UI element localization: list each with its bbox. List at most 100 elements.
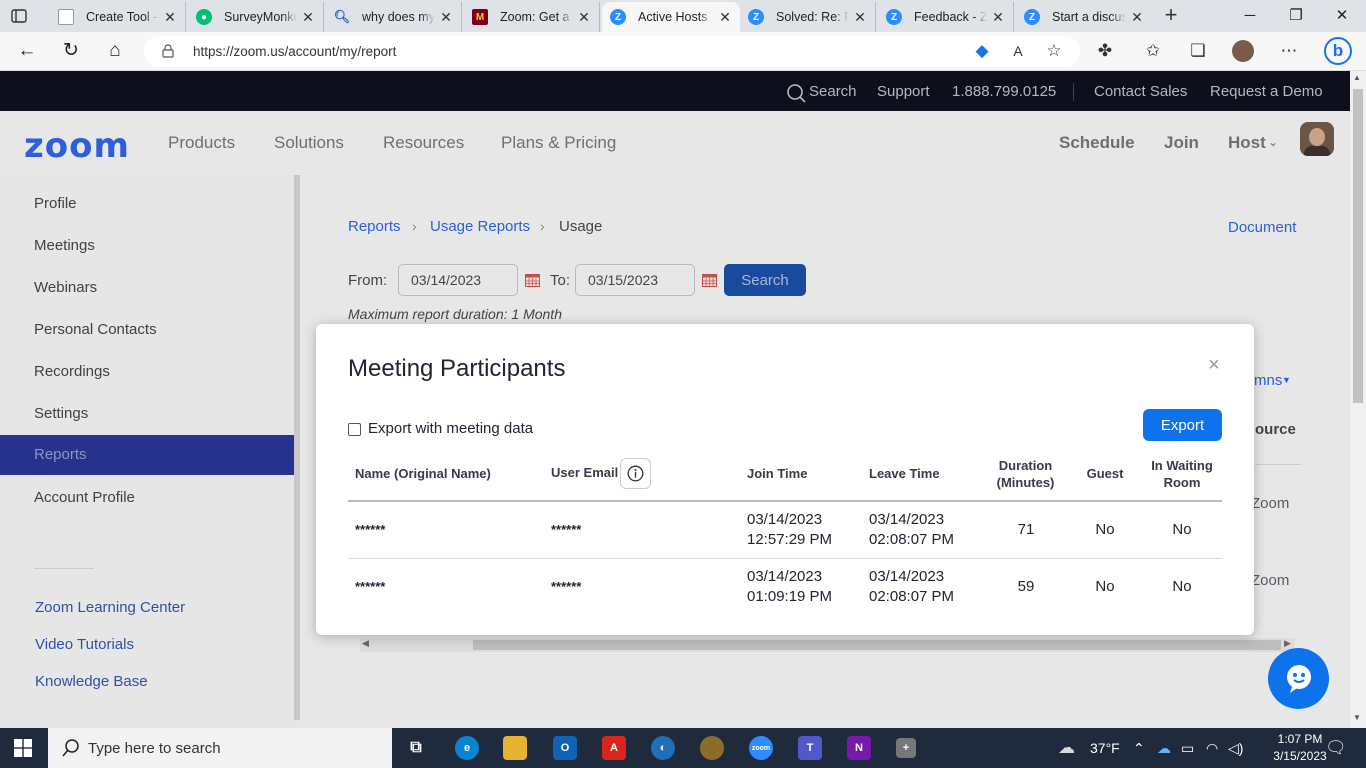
collections-icon[interactable]: ❏: [1187, 40, 1209, 62]
video-tutorials-link[interactable]: Video Tutorials: [35, 636, 134, 653]
sidebar-item-recordings[interactable]: Recordings: [34, 363, 110, 380]
read-aloud-icon[interactable]: A: [1007, 40, 1029, 62]
user-avatar[interactable]: [1300, 122, 1334, 156]
sidebar-item-meetings[interactable]: Meetings: [34, 237, 95, 254]
browser-tab[interactable]: ● SurveyMonkey ✕: [188, 2, 324, 32]
restore-icon[interactable]: ❐: [1284, 4, 1308, 28]
nav-resources[interactable]: Resources: [383, 133, 464, 153]
scroll-left-icon[interactable]: ◀: [362, 638, 369, 649]
close-tab-icon[interactable]: ✕: [577, 9, 591, 26]
close-tab-icon[interactable]: ✕: [853, 9, 867, 26]
calendar-icon[interactable]: [525, 273, 540, 287]
outlook-icon[interactable]: O: [553, 736, 577, 760]
notifications-icon[interactable]: 🗨︎: [1325, 738, 1347, 758]
sidebar-item-webinars[interactable]: Webinars: [34, 279, 97, 296]
browser-tab-active[interactable]: Z Active Hosts ✕: [602, 2, 740, 32]
close-icon[interactable]: ×: [1206, 354, 1222, 377]
more-options-icon[interactable]: ⋯: [1278, 40, 1300, 62]
battery-icon[interactable]: ▭: [1181, 740, 1194, 757]
breadcrumb-usage-reports[interactable]: Usage Reports: [430, 218, 530, 235]
new-tab-icon[interactable]: +: [1160, 4, 1182, 27]
document-link[interactable]: Document: [1228, 219, 1296, 236]
search-link[interactable]: Search: [809, 83, 857, 100]
system-clock[interactable]: 1:07 PM 3/15/2023: [1272, 731, 1328, 765]
to-date-input[interactable]: [575, 264, 695, 296]
home-icon[interactable]: ⌂: [104, 40, 126, 62]
profile-avatar-icon[interactable]: [1232, 40, 1254, 62]
export-with-meeting-data-checkbox[interactable]: [348, 423, 361, 436]
acrobat-icon[interactable]: A: [602, 736, 626, 760]
windows-start-icon[interactable]: [14, 739, 32, 757]
browser-tab[interactable]: Create Tool - ✕: [50, 2, 186, 32]
chevron-up-icon[interactable]: ⌃: [1133, 740, 1145, 757]
task-view-icon[interactable]: ⧉: [404, 736, 428, 760]
teams-icon[interactable]: T: [798, 736, 822, 760]
favorites-icon[interactable]: ✩: [1142, 40, 1164, 62]
page-scrollbar[interactable]: ▲ ▼: [1350, 71, 1366, 728]
sidebar-item-profile[interactable]: Profile: [34, 195, 77, 212]
sidebar-item-account-profile[interactable]: Account Profile: [34, 489, 135, 506]
search-button[interactable]: Search: [724, 264, 806, 296]
request-demo-link[interactable]: Request a Demo: [1210, 83, 1323, 100]
taskbar-search-box[interactable]: Type here to search: [48, 728, 392, 768]
close-tab-icon[interactable]: ✕: [1130, 9, 1144, 26]
nav-plans-pricing[interactable]: Plans & Pricing: [501, 133, 616, 153]
back-icon[interactable]: ←: [16, 40, 38, 62]
close-tab-icon[interactable]: ✕: [718, 9, 732, 26]
nav-host[interactable]: Host: [1228, 133, 1266, 153]
minimize-icon[interactable]: ─: [1238, 4, 1262, 28]
wifi-icon[interactable]: ◠: [1206, 740, 1218, 757]
add-favorite-icon[interactable]: ☆: [1043, 40, 1065, 62]
from-date-input[interactable]: [398, 264, 518, 296]
sidebar-item-personal-contacts[interactable]: Personal Contacts: [34, 321, 157, 338]
browser-tab[interactable]: Z Feedback - Zo ✕: [878, 2, 1014, 32]
shopping-tag-icon[interactable]: ◆: [971, 40, 993, 62]
scrollbar-thumb[interactable]: [473, 640, 1281, 650]
close-tab-icon[interactable]: ✕: [991, 9, 1005, 26]
breadcrumb-reports[interactable]: Reports: [348, 218, 401, 235]
close-tab-icon[interactable]: ✕: [301, 9, 315, 26]
learning-center-link[interactable]: Zoom Learning Center: [35, 599, 185, 616]
app-icon[interactable]: ◐: [651, 736, 675, 760]
chat-support-button[interactable]: [1268, 648, 1329, 709]
info-icon[interactable]: [620, 458, 651, 489]
app-icon[interactable]: +: [896, 738, 916, 758]
scroll-right-icon[interactable]: ▶: [1284, 638, 1291, 649]
seal-app-icon[interactable]: [700, 736, 724, 760]
nav-products[interactable]: Products: [168, 133, 235, 153]
weather-icon[interactable]: ☁: [1058, 738, 1075, 758]
close-tab-icon[interactable]: ✕: [163, 9, 177, 26]
browser-tab[interactable]: M Zoom: Get a ✕: [464, 2, 600, 32]
nav-schedule[interactable]: Schedule: [1059, 133, 1135, 153]
onedrive-icon[interactable]: ☁: [1157, 740, 1171, 757]
scroll-up-icon[interactable]: ▲: [1353, 73, 1361, 82]
zoom-logo[interactable]: zoom: [24, 126, 130, 166]
calendar-icon[interactable]: [702, 273, 717, 287]
browser-tab[interactable]: Z Solved: Re: Pa ✕: [740, 2, 876, 32]
browser-tab[interactable]: Z Start a discuss ✕: [1016, 2, 1152, 32]
weather-temperature[interactable]: 37°F: [1090, 740, 1120, 756]
export-with-meeting-data-label[interactable]: Export with meeting data: [368, 420, 533, 437]
url-field[interactable]: https://zoom.us/account/my/report: [144, 36, 1080, 67]
onenote-icon[interactable]: N: [847, 736, 871, 760]
browser-tab[interactable]: 🔍︎ why does my ✕: [326, 2, 462, 32]
phone-number[interactable]: 1.888.799.0125: [952, 83, 1056, 100]
sidebar-item-settings[interactable]: Settings: [34, 405, 88, 422]
edge-icon[interactable]: e: [455, 736, 479, 760]
volume-icon[interactable]: ◁): [1228, 740, 1243, 757]
contact-sales-link[interactable]: Contact Sales: [1094, 83, 1187, 100]
knowledge-base-link[interactable]: Knowledge Base: [35, 673, 148, 690]
columns-toggle[interactable]: mns: [1254, 372, 1282, 389]
tab-actions-icon[interactable]: [10, 7, 28, 25]
search-icon[interactable]: [786, 83, 806, 103]
scroll-down-icon[interactable]: ▼: [1353, 713, 1361, 722]
refresh-icon[interactable]: ↻: [60, 40, 82, 62]
nav-join[interactable]: Join: [1164, 133, 1199, 153]
scrollbar-thumb[interactable]: [1353, 89, 1363, 403]
sidebar-item-reports[interactable]: Reports: [0, 435, 294, 475]
close-tab-icon[interactable]: ✕: [439, 9, 453, 26]
table-horizontal-scrollbar[interactable]: ◀ ▶: [360, 638, 1295, 652]
export-button[interactable]: Export: [1143, 409, 1222, 441]
bing-icon[interactable]: b: [1324, 37, 1352, 65]
extensions-icon[interactable]: ✤: [1094, 40, 1116, 62]
